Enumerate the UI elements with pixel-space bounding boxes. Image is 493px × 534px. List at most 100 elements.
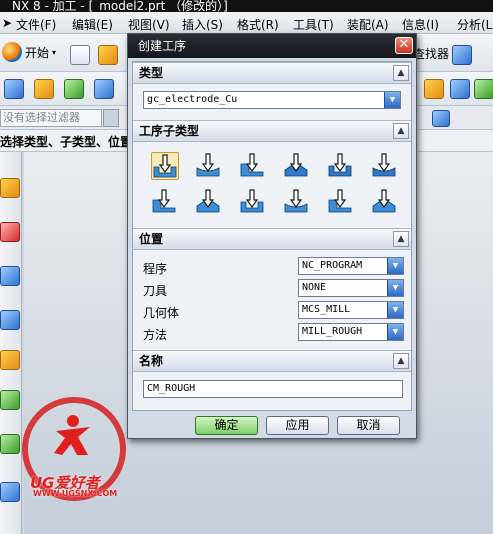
watermark-figure-icon: [54, 415, 90, 455]
plunge-mill-icon[interactable]: [195, 152, 223, 180]
ok-button[interactable]: 确定: [195, 416, 258, 435]
type-dropdown[interactable]: gc_electrode_Cu ▼: [143, 91, 401, 109]
location-section-header[interactable]: 位置 ▲: [133, 228, 411, 250]
start-button[interactable]: 开始 ▾: [2, 42, 56, 62]
dialog-body: 类型 ▲ gc_electrode_Cu ▼ 工序子类型 ▲ 位置 ▲ 程序 N…: [132, 61, 412, 411]
flowcut-single-icon-glyph: [328, 189, 352, 213]
geometry-label: 几何体: [143, 306, 180, 320]
rest-mill-icon-glyph: [284, 153, 308, 177]
collapse-icon[interactable]: ▲: [393, 353, 409, 369]
menu-view[interactable]: 视图(V): [128, 16, 170, 33]
nx-logo-icon: [2, 42, 22, 62]
flowcut-multiple-icon[interactable]: [371, 188, 399, 216]
zlevel-corner-icon[interactable]: [371, 152, 399, 180]
location-section-label: 位置: [139, 232, 164, 246]
fixed-contour-icon[interactable]: [151, 188, 179, 216]
dialog-title-bar[interactable]: 创建工序: [128, 34, 416, 58]
zlevel-profile-icon[interactable]: [327, 152, 355, 180]
resource-bar: [0, 152, 22, 534]
menu-format[interactable]: 格式(R): [237, 16, 279, 33]
tool-dropdown[interactable]: NONE ▼: [298, 279, 404, 297]
cancel-button[interactable]: 取消: [337, 416, 400, 435]
streamline-icon[interactable]: [283, 188, 311, 216]
app-title-bar: NX 8 - 加工 - [_model2.prt （修改的）]: [0, 0, 493, 12]
chevron-down-icon[interactable]: ▼: [387, 280, 403, 296]
collapse-icon[interactable]: ▲: [393, 123, 409, 139]
constraint-icon[interactable]: [0, 222, 20, 242]
menu-edit[interactable]: 编辑(E): [72, 16, 113, 33]
open-folder-icon[interactable]: [98, 45, 118, 65]
reuse-library-icon[interactable]: [0, 350, 20, 370]
chevron-down-icon: ▾: [52, 47, 57, 57]
program-label: 程序: [143, 262, 168, 276]
subtype-section-label: 工序子类型: [139, 124, 200, 138]
method-dropdown[interactable]: MILL_ROUGH ▼: [298, 323, 404, 341]
menu-tools[interactable]: 工具(T): [293, 16, 334, 33]
collapse-icon[interactable]: ▲: [393, 65, 409, 81]
menu-arrow-icon[interactable]: ➤: [2, 16, 12, 30]
program-dropdown[interactable]: NC_PROGRAM ▼: [298, 257, 404, 275]
verify-path-icon[interactable]: [450, 79, 470, 99]
create-program-icon[interactable]: [4, 79, 24, 99]
geometry-value: MCS_MILL: [302, 304, 351, 315]
geometry-dropdown[interactable]: MCS_MILL ▼: [298, 301, 404, 319]
create-geometry-icon[interactable]: [64, 79, 84, 99]
contour-area-icon-glyph: [196, 189, 220, 213]
corner-rough-icon-glyph: [240, 153, 264, 177]
flowcut-multiple-icon-glyph: [372, 189, 396, 213]
menu-analysis[interactable]: 分析(L): [457, 16, 493, 33]
apply-button[interactable]: 应用: [266, 416, 329, 435]
operation-name-input[interactable]: CM_ROUGH: [143, 380, 403, 398]
method-value: MILL_ROUGH: [302, 326, 363, 337]
type-filter-input[interactable]: 没有选择过滤器: [0, 109, 102, 127]
navigator-icon[interactable]: [0, 178, 20, 198]
chevron-down-icon[interactable]: ▼: [387, 324, 403, 340]
roles-icon[interactable]: [0, 482, 20, 502]
type-section-header[interactable]: 类型 ▲: [133, 62, 411, 84]
chevron-down-icon[interactable]: ▼: [387, 302, 403, 318]
chevron-down-icon[interactable]: ▼: [384, 92, 400, 108]
selection-cube-icon[interactable]: [432, 110, 450, 127]
cavity-mill-icon-glyph: [153, 154, 177, 178]
cue-text: 选择类型、子类型、位置: [0, 135, 133, 149]
zlevel-corner-icon-glyph: [372, 153, 396, 177]
subtype-section-header[interactable]: 工序子类型 ▲: [133, 120, 411, 142]
corner-rough-icon[interactable]: [239, 152, 267, 180]
menu-insert[interactable]: 插入(S): [182, 16, 223, 33]
name-section-header[interactable]: 名称 ▲: [133, 350, 411, 372]
menu-bar: ➤ 文件(F) 编辑(E) 视图(V) 插入(S) 格式(R) 工具(T) 装配…: [0, 12, 493, 34]
cavity-mill-icon[interactable]: [151, 152, 179, 180]
contour-area-icon[interactable]: [195, 188, 223, 216]
system-materials-icon[interactable]: [0, 434, 20, 454]
close-icon[interactable]: ✕: [395, 37, 413, 54]
operation-navigator-icon[interactable]: [0, 310, 20, 330]
type-section-label: 类型: [139, 66, 164, 80]
new-file-icon[interactable]: [70, 45, 90, 65]
create-tool-icon[interactable]: [34, 79, 54, 99]
finder-label[interactable]: 查找器: [413, 45, 449, 62]
flowcut-single-icon[interactable]: [327, 188, 355, 216]
history-icon[interactable]: [0, 390, 20, 410]
menu-assembly[interactable]: 装配(A): [347, 16, 389, 33]
streamline-icon-glyph: [284, 189, 308, 213]
tool-value: NONE: [302, 282, 327, 293]
subtype-gallery: [141, 150, 403, 222]
menu-file[interactable]: 文件(F): [16, 16, 56, 33]
zlevel-profile-icon-glyph: [328, 153, 352, 177]
filter-dropdown-arrow[interactable]: [103, 109, 119, 127]
post-process-icon[interactable]: [474, 79, 493, 99]
create-operation-dialog: 创建工序 ✕ 类型 ▲ gc_electrode_Cu ▼ 工序子类型 ▲ 位置…: [127, 33, 417, 439]
part-navigator-icon[interactable]: [0, 266, 20, 286]
create-method-icon[interactable]: [94, 79, 114, 99]
rest-mill-icon[interactable]: [283, 152, 311, 180]
chevron-down-icon[interactable]: ▼: [387, 258, 403, 274]
collapse-icon[interactable]: ▲: [393, 231, 409, 247]
generate-path-icon[interactable]: [424, 79, 444, 99]
contour-surface-icon[interactable]: [239, 188, 267, 216]
watermark-url: WWW.UGSNX.COM: [33, 489, 118, 498]
dialog-title: 创建工序: [138, 39, 187, 53]
menu-info[interactable]: 信息(I): [402, 16, 439, 33]
finder-icon[interactable]: [452, 45, 472, 65]
plunge-mill-icon-glyph: [196, 153, 220, 177]
program-value: NC_PROGRAM: [302, 260, 363, 271]
